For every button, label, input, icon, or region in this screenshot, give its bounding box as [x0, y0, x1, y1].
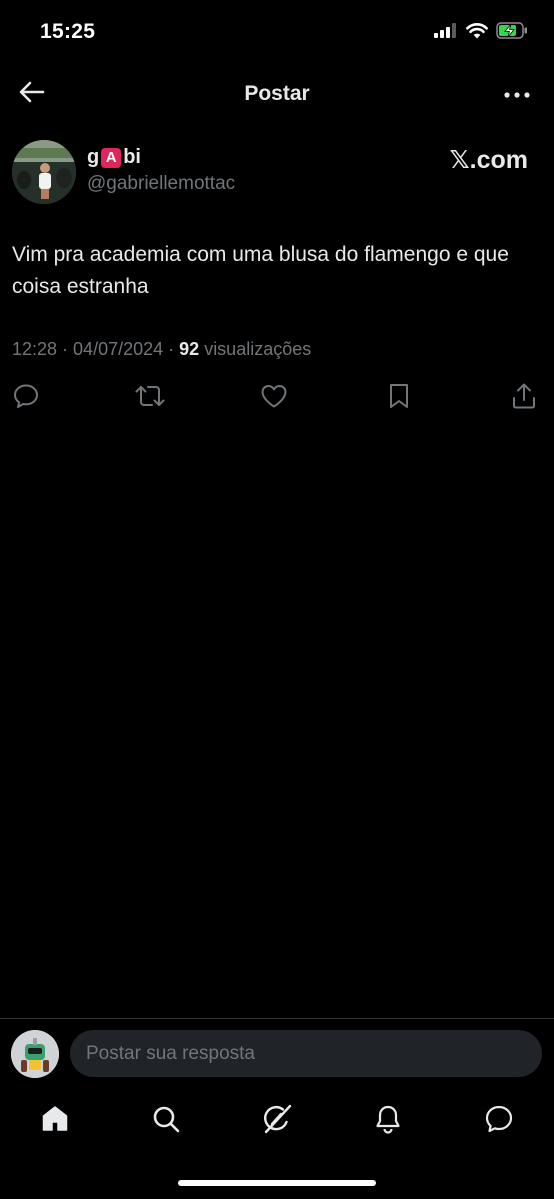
user-avatar[interactable] [11, 1030, 59, 1078]
nav-grok[interactable] [259, 1103, 295, 1139]
nav-messages[interactable] [481, 1103, 517, 1139]
author-name-suffix: bi [123, 146, 141, 168]
meta-separator: · [57, 339, 74, 359]
status-time: 15:25 [40, 20, 96, 43]
reply-divider [0, 1018, 554, 1019]
home-icon [40, 1104, 70, 1139]
messages-icon [484, 1104, 514, 1139]
reply-icon [12, 382, 40, 415]
views-label: visualizações [204, 339, 312, 359]
nav-notifications[interactable] [370, 1103, 406, 1139]
bookmark-icon [387, 382, 411, 415]
status-icons [434, 22, 528, 44]
search-icon [151, 1104, 181, 1139]
views-count: 92 [179, 339, 200, 359]
share-icon [511, 382, 537, 415]
x-com-label: 𝕏.com [449, 146, 529, 174]
bookmark-button[interactable] [384, 383, 414, 413]
author-name-prefix: g [87, 146, 100, 168]
reply-button[interactable] [11, 383, 41, 413]
nav-search[interactable] [148, 1103, 184, 1139]
share-button[interactable] [509, 383, 539, 413]
like-button[interactable] [259, 383, 289, 413]
post-text: Vim pra academia com uma blusa do flamen… [12, 243, 509, 298]
repost-button[interactable] [135, 383, 165, 413]
notifications-icon [373, 1104, 403, 1139]
post-meta: 12:28 · 04/07/2024 · 92 visualizações [12, 339, 311, 360]
author-handle[interactable]: @gabriellemottac [87, 173, 235, 195]
home-indicator [178, 1180, 376, 1186]
reply-input[interactable] [70, 1030, 542, 1077]
meta-separator: · [163, 339, 180, 359]
page-title: Postar [244, 82, 310, 105]
author-name[interactable]: g A bi [87, 146, 141, 169]
more-icon [504, 85, 530, 103]
author-avatar[interactable] [12, 140, 76, 204]
signal-icon [434, 23, 458, 43]
like-icon [260, 383, 288, 414]
post-date: 04/07/2024 [73, 339, 164, 359]
post-time: 12:28 [12, 339, 58, 359]
grok-icon [261, 1103, 293, 1140]
more-button[interactable] [500, 80, 534, 108]
a-button-emoji: A [101, 147, 122, 168]
repost-icon [135, 383, 165, 414]
wifi-icon [466, 22, 488, 44]
nav-home[interactable] [37, 1103, 73, 1139]
battery-charging-icon [496, 22, 528, 44]
